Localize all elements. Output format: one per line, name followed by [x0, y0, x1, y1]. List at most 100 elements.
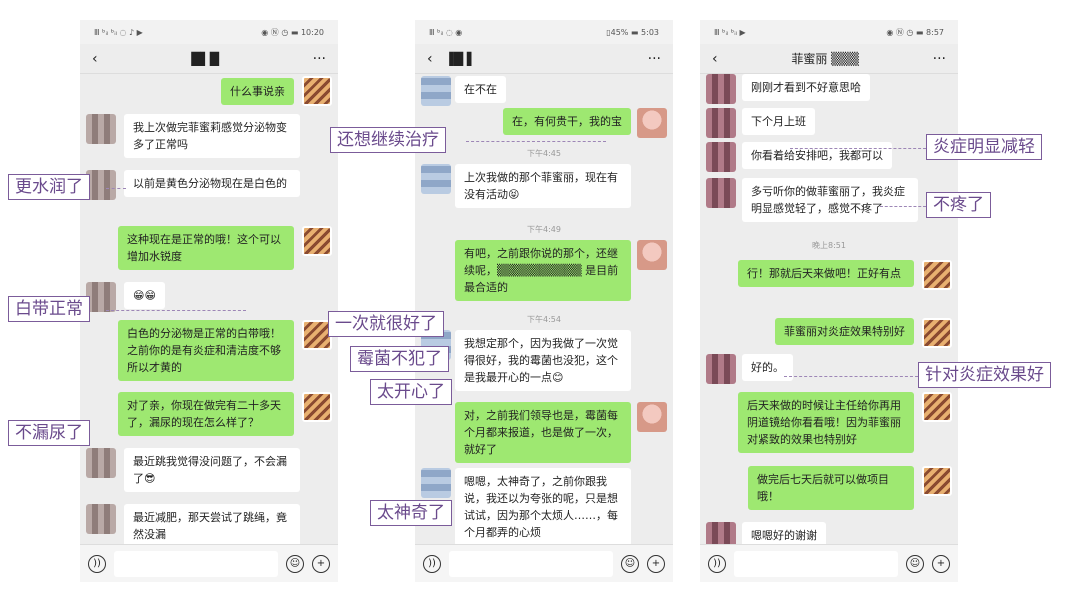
avatar[interactable] [706, 354, 736, 384]
message-bubble: 多亏听你的做菲蜜丽了，我炎症明显感觉轻了，感觉不疼了 [742, 178, 918, 222]
avatar[interactable] [302, 392, 332, 422]
callout-label: 针对炎症效果好 [918, 362, 1051, 388]
input-bar: )) ☺ + [415, 544, 673, 582]
timestamp: 下午4:49 [527, 225, 561, 234]
callout-line [106, 188, 126, 189]
more-button[interactable]: ··· [313, 51, 326, 67]
message-bubble: 后天来做的时候让主任给你再用阴道镜给你看看哦！因为菲蜜丽对紧致的效果也特别好 [738, 392, 914, 453]
callout-label: 太神奇了 [370, 500, 452, 526]
voice-icon[interactable]: )) [423, 554, 441, 573]
message-bubble: 什么事说亲 [221, 78, 294, 105]
voice-icon[interactable]: )) [708, 554, 726, 573]
message-bubble: 对了亲，你现在做完有二十多天了，漏尿的现在怎么样了？ [118, 392, 294, 436]
message-bubble: 在不在 [455, 76, 506, 103]
message-bubble: 你看着给安排吧，我都可以 [742, 142, 892, 169]
callout-label: 不漏尿了 [8, 420, 90, 446]
avatar[interactable] [922, 318, 952, 348]
status-bar: Ⅲ ᵇᵢₗ ◌ ◉ ▯45% ▬ 5:03 [415, 20, 673, 44]
chat-screen-3: Ⅲ ᵇᵢₗ ᵇᵢₗ ▶ ◉ Ⓝ ◷ ▬ 8:57 ‹ 菲蜜丽 ▒▒▒ ··· 刚刚才看… [700, 20, 958, 582]
callout-label: 炎症明显减轻 [926, 134, 1042, 160]
callout-label: 霉菌不犯了 [350, 346, 449, 372]
message-input[interactable] [734, 550, 898, 577]
plus-icon[interactable]: + [312, 554, 330, 573]
message-bubble: 做完后七天后就可以做项目哦！ [748, 466, 914, 510]
avatar[interactable] [922, 392, 952, 422]
avatar[interactable] [922, 466, 952, 496]
chat-title: █▌█ [191, 51, 219, 66]
avatar[interactable] [922, 260, 952, 290]
callout-label: 白带正常 [8, 296, 90, 322]
avatar[interactable] [302, 76, 332, 106]
input-bar: )) ☺ + [700, 544, 958, 582]
chat-title: 菲蜜丽 ▒▒▒ [791, 52, 859, 66]
avatar[interactable] [637, 240, 667, 270]
timestamp: 下午4:45 [527, 149, 561, 158]
message-bubble: 有吧，之前跟你说的那个，还继续呢，▒▒▒▒▒▒▒▒▒▒ 是目前最合适的 [455, 240, 631, 301]
plus-icon[interactable]: + [932, 554, 950, 573]
voice-icon[interactable]: )) [88, 554, 106, 573]
emoji-icon[interactable]: ☺ [906, 554, 924, 573]
timestamp: 下午4:54 [527, 315, 561, 324]
avatar[interactable] [86, 170, 116, 200]
chat-header: ‹ ▐█ ▌ ··· [415, 44, 673, 74]
avatar[interactable] [637, 108, 667, 138]
callout-label: 还想继续治疗 [330, 127, 446, 153]
avatar[interactable] [86, 114, 116, 144]
avatar[interactable] [86, 282, 116, 312]
chat-screen-1: Ⅲ ᵇᵢₗ ᵇᵢₗ ◌ ♪ ▶ ◉ Ⓝ ◷ ▬ 10:20 ‹ █▌█ ··· 什么事… [80, 20, 338, 582]
message-bubble: 菲蜜丽对炎症效果特别好 [775, 318, 914, 345]
message-input[interactable] [449, 550, 613, 577]
status-bar: Ⅲ ᵇᵢₗ ᵇᵢₗ ◌ ♪ ▶ ◉ Ⓝ ◷ ▬ 10:20 [80, 20, 338, 44]
avatar[interactable] [86, 448, 116, 478]
status-bar: Ⅲ ᵇᵢₗ ᵇᵢₗ ▶ ◉ Ⓝ ◷ ▬ 8:57 [700, 20, 958, 44]
avatar[interactable] [706, 74, 736, 104]
message-bubble: 在，有何贵干，我的宝 [503, 108, 631, 135]
message-bubble: 😁😁 [124, 282, 165, 309]
back-icon[interactable]: ‹ [712, 51, 718, 67]
message-bubble: 我想定那个，因为我做了一次觉得很好，我的霉菌也没犯，这个是我最开心的一点😊 [455, 330, 631, 391]
avatar[interactable] [706, 108, 736, 138]
avatar[interactable] [86, 504, 116, 534]
message-bubble: 刚刚才看到不好意思哈 [742, 74, 870, 101]
message-bubble: 最近减肥，那天尝试了跳绳，竟然没漏 [124, 504, 300, 548]
message-bubble: 我上次做完菲蜜莉感觉分泌物变多了正常吗 [124, 114, 300, 158]
message-bubble: 行！那就后天来做吧！正好有点 [738, 260, 914, 287]
avatar[interactable] [706, 142, 736, 172]
message-bubble: 上次我做的那个菲蜜丽，现在有没有活动😝 [455, 164, 631, 208]
back-icon[interactable]: ‹ [427, 51, 433, 67]
message-bubble: 白色的分泌物是正常的白带哦！之前你的是有炎症和清洁度不够所以才黄的 [118, 320, 294, 381]
timestamp: 晚上8:51 [812, 241, 846, 250]
message-bubble: 对，之前我们领导也是，霉菌每个月都来报道，也是做了一次，就好了 [455, 402, 631, 463]
callout-line [106, 310, 246, 311]
chat-header: ‹ 菲蜜丽 ▒▒▒ ··· [700, 44, 958, 74]
callout-line [880, 206, 926, 207]
chat-screen-2: Ⅲ ᵇᵢₗ ◌ ◉ ▯45% ▬ 5:03 ‹ ▐█ ▌ ··· 在不在 在，有何贵干… [415, 20, 673, 582]
callout-label: 不疼了 [926, 192, 991, 218]
callout-label: 太开心了 [370, 379, 452, 405]
emoji-icon[interactable]: ☺ [621, 554, 639, 573]
avatar[interactable] [421, 164, 451, 194]
message-input[interactable] [114, 550, 278, 577]
callout-label: 一次就很好了 [328, 311, 444, 337]
back-icon[interactable]: ‹ [92, 51, 98, 67]
callout-line [784, 376, 918, 377]
callout-line [790, 148, 926, 149]
emoji-icon[interactable]: ☺ [286, 554, 304, 573]
chat-title: ▐█ ▌ [444, 51, 477, 66]
input-bar: )) ☺ + [80, 544, 338, 582]
avatar[interactable] [421, 468, 451, 498]
message-bubble: 这种现在是正常的哦！这个可以增加水锐度 [118, 226, 294, 270]
avatar[interactable] [421, 76, 451, 106]
callout-label: 更水润了 [8, 174, 90, 200]
chat-header: ‹ █▌█ ··· [80, 44, 338, 74]
plus-icon[interactable]: + [647, 554, 665, 573]
message-bubble: 下个月上班 [742, 108, 815, 135]
avatar[interactable] [706, 178, 736, 208]
avatar[interactable] [302, 226, 332, 256]
message-bubble: 嗯嗯，太神奇了，之前你跟我说，我还以为夸张的呢，只是想试试，因为那个太烦人……，… [455, 468, 631, 546]
more-button[interactable]: ··· [648, 51, 661, 67]
avatar[interactable] [637, 402, 667, 432]
callout-line [466, 141, 606, 142]
more-button[interactable]: ··· [933, 51, 946, 67]
message-bubble: 最近跳我觉得没问题了，不会漏了😎 [124, 448, 300, 492]
